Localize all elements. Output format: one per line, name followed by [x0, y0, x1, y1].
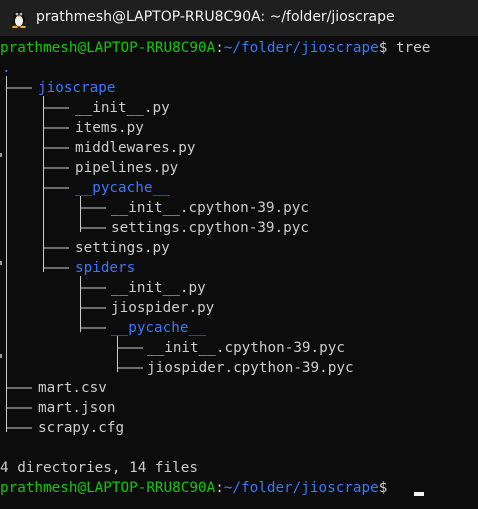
window-title: prathmesh@LAPTOP-RRU8C90A: ~/folder/jios…	[36, 9, 395, 25]
tree-entry-file: settings.py	[75, 240, 170, 256]
tree-entry-file: __init__.cpython-39.pyc	[111, 200, 309, 216]
tree-entry-dir: __pycache__	[111, 320, 206, 336]
tree-entry-file: items.py	[75, 120, 144, 136]
tree-entry-dir: spiders	[75, 260, 136, 276]
tree-entry-file: mart.csv	[38, 380, 107, 396]
prompt-line-current[interactable]: prathmesh@LAPTOP-RRU8C90A:~/folder/jiosc…	[0, 478, 387, 498]
edge-mark	[0, 261, 2, 265]
tree-entry-file: __init__.py	[75, 100, 170, 116]
tree-entry-dir: __pycache__	[75, 180, 170, 196]
terminal-window: prathmesh@LAPTOP-RRU8C90A: ~/folder/jios…	[0, 0, 478, 509]
tree-summary: 4 directories, 14 files	[0, 460, 198, 476]
terminal-output[interactable]: prathmesh@LAPTOP-RRU8C90A:~/folder/jiosc…	[0, 36, 478, 509]
tree-entry-file: jiospider.cpython-39.pyc	[147, 360, 354, 376]
tree-entry-dir: jioscrape	[38, 80, 116, 96]
edge-mark	[0, 153, 2, 157]
tree-entry-file: __init__.cpython-39.pyc	[147, 340, 345, 356]
prompt-path: ~/folder/jioscrape	[223, 480, 379, 496]
tree-entry-file: scrapy.cfg	[38, 420, 125, 436]
tree-entry-file: middlewares.py	[75, 140, 196, 156]
edge-mark	[0, 354, 2, 358]
prompt-user-host: prathmesh@LAPTOP-RRU8C90A	[0, 480, 216, 496]
prompt-symbol: $	[378, 480, 388, 496]
linux-tux-icon	[12, 11, 26, 28]
prompt-separator: :	[215, 480, 224, 496]
tree-entry-file: jiospider.py	[111, 300, 215, 316]
tree-entry-file: pipelines.py	[75, 160, 179, 176]
tree-entry-file: settings.cpython-39.pyc	[111, 220, 309, 236]
title-bar[interactable]: prathmesh@LAPTOP-RRU8C90A: ~/folder/jios…	[0, 0, 478, 36]
text-cursor	[414, 492, 424, 496]
tree-entry-file: mart.json	[38, 400, 116, 416]
tree-entry-file: __init__.py	[111, 280, 206, 296]
